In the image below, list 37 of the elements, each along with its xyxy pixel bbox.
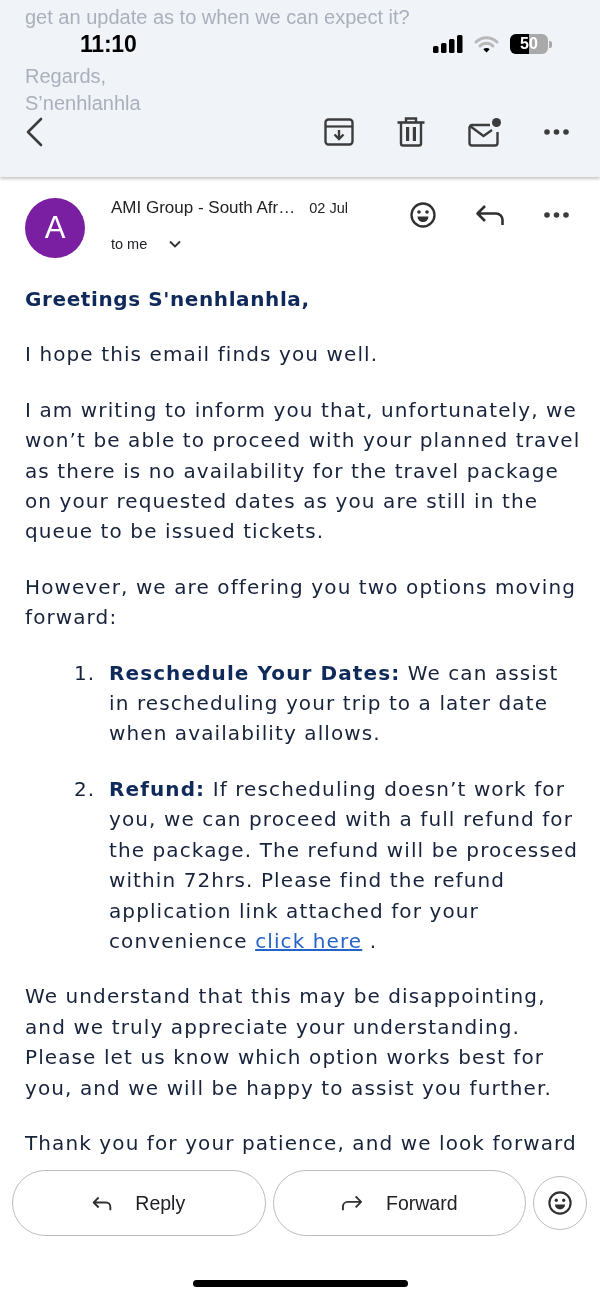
- forward-icon: [341, 1195, 363, 1211]
- smiley-icon[interactable]: [548, 1191, 572, 1215]
- body-paragraph: We understand that this may be disappointing, and we truly appreciate your understanding. Please let us know which option works best for you, and we will be happy to assist you further.: [25, 983, 553, 1102]
- scrolled-text: get an update as to when we can expect it?: [25, 5, 410, 30]
- body-paragraph: I hope this email finds you well.: [25, 341, 380, 369]
- mail-icon[interactable]: [468, 117, 501, 147]
- list-item-text: Refund: If rescheduling doesn’t work for you, we can proceed with a full refund for the package. The refund will be processed within 72hrs. Please find the refund application link attached for your convenience click here .: [109, 775, 580, 955]
- body-paragraph: I am writing to inform you that, unfortunately, we won’t be able to proceed with your planned travel as there is no availability for the travel package on your requested dates as you are still in the queue to be issued tickets.: [25, 396, 582, 546]
- recipient-label: to me: [111, 236, 148, 252]
- reply-button[interactable]: Reply: [12, 1170, 266, 1236]
- avatar: A: [25, 198, 85, 258]
- signal-icon: [433, 35, 463, 53]
- reply-icon: [92, 1195, 113, 1211]
- list-number: 2.: [74, 775, 96, 803]
- body-paragraph: Thank you for your patience, and we look forward: [25, 1129, 578, 1157]
- archive-icon[interactable]: [324, 118, 354, 146]
- status-time: 11:10: [80, 30, 137, 58]
- message-date: 02 Jul: [309, 200, 348, 216]
- list-item-text: Reschedule Your Dates: We can assist in rescheduling your trip to a later date when availability allows.: [109, 659, 560, 748]
- scrolled-text: Regards,: [25, 64, 107, 89]
- sender-name: AMI Group - South Afr…: [111, 198, 296, 218]
- smiley-icon[interactable]: [410, 202, 436, 228]
- back-icon[interactable]: [25, 117, 43, 147]
- scrolled-text: S’nenhlanhla: [25, 91, 141, 116]
- list-number: 1.: [74, 659, 96, 687]
- reply-icon[interactable]: [475, 204, 505, 226]
- wifi-icon: [474, 35, 499, 53]
- chevron-down-icon[interactable]: [169, 240, 182, 248]
- more-icon[interactable]: [544, 212, 569, 218]
- link[interactable]: click here: [255, 928, 363, 953]
- body-paragraph: However, we are offering you two options moving forward:: [25, 573, 577, 632]
- greeting-text: Greetings S'nenhlanhla,: [25, 286, 311, 313]
- trash-icon[interactable]: [397, 117, 425, 147]
- more-icon[interactable]: [544, 129, 569, 135]
- battery-percentage: 50: [519, 34, 539, 54]
- reaction-button[interactable]: [533, 1176, 587, 1230]
- forward-button[interactable]: Forward: [272, 1170, 526, 1236]
